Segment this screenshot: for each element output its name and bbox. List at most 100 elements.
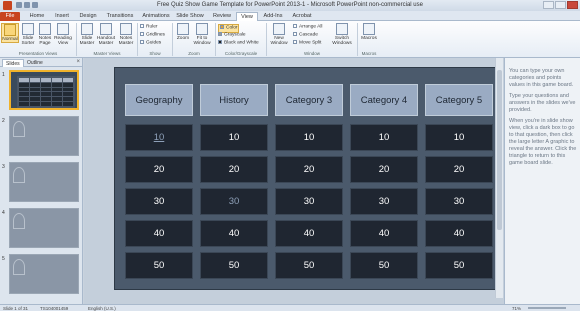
note-paragraph: You can type your own categories and poi… [509, 68, 574, 88]
question-cell[interactable]: 20 [200, 156, 268, 183]
tab-add-ins[interactable]: Add-Ins [262, 12, 284, 21]
tab-insert[interactable]: Insert [51, 12, 73, 21]
title-bar: Free Quiz Show Game Template for PowerPo… [0, 0, 580, 11]
question-cell[interactable]: 50 [425, 252, 493, 279]
reading-view-button[interactable]: Reading View [54, 23, 72, 46]
question-cell[interactable]: 10 [275, 124, 343, 151]
close-button[interactable] [567, 1, 578, 9]
question-cell[interactable]: 30 [125, 188, 193, 215]
question-cell[interactable]: 40 [200, 220, 268, 247]
notes-pane[interactable]: You can type your own categories and poi… [504, 58, 580, 304]
question-cell[interactable]: 10 [200, 124, 268, 151]
slide-thumbnail-3[interactable] [9, 162, 79, 202]
tab-slide-show[interactable]: Slide Show [175, 12, 205, 21]
question-cell[interactable]: 10 [350, 124, 418, 151]
category-header[interactable]: Category 5 [425, 84, 493, 116]
ruler-checkbox[interactable]: Ruler [140, 24, 157, 31]
game-board-slide[interactable]: Geography History Category 3 Category 4 … [114, 67, 501, 290]
slide-number: 1 [2, 72, 5, 78]
color-swatch-icon [220, 25, 224, 29]
close-panel-icon[interactable]: × [76, 59, 80, 65]
question-cell[interactable]: 40 [275, 220, 343, 247]
language-indicator[interactable]: English (U.S.) [88, 306, 116, 311]
black-and-white-button[interactable]: Black and White [218, 40, 259, 47]
ribbon-divider [215, 23, 216, 56]
slide-master-button[interactable]: Slide Master [79, 23, 95, 46]
tab-file[interactable]: File [0, 12, 20, 21]
slide-thumbnail-1[interactable] [9, 70, 79, 110]
vertical-scrollbar[interactable] [495, 58, 503, 298]
question-cell[interactable]: 50 [200, 252, 268, 279]
slide-thumbnail-2[interactable] [9, 116, 79, 156]
slide-thumbnail-4[interactable] [9, 208, 79, 248]
notes-master-button[interactable]: Notes Master [117, 23, 135, 46]
category-header[interactable]: Geography [125, 84, 193, 116]
arrange-all-button[interactable]: Arrange All [293, 24, 322, 31]
question-cell[interactable]: 40 [125, 220, 193, 247]
question-cell[interactable]: 40 [350, 220, 418, 247]
zoom-level[interactable]: 71% [512, 306, 521, 311]
normal-view-button[interactable]: Normal [1, 23, 19, 43]
question-cell[interactable]: 50 [275, 252, 343, 279]
status-bar: Slide 1 of 31 TS104001459 English (U.S.)… [0, 304, 580, 311]
window-title: Free Quiz Show Game Template for PowerPo… [156, 2, 423, 8]
scrollbar-thumb[interactable] [497, 70, 502, 230]
question-cell[interactable]: 30 [200, 188, 268, 215]
tab-home[interactable]: Home [27, 12, 47, 21]
question-cell[interactable]: 30 [350, 188, 418, 215]
question-cell[interactable]: 20 [425, 156, 493, 183]
category-header[interactable]: History [200, 84, 268, 116]
guides-checkbox[interactable]: Guides [140, 40, 161, 47]
fit-to-window-button[interactable]: Fit to Window [192, 23, 212, 46]
slide-thumbnail-5[interactable] [9, 254, 79, 294]
tab-view[interactable]: View [236, 12, 258, 21]
question-cell[interactable]: 20 [125, 156, 193, 183]
gridlines-checkbox[interactable]: Gridlines [140, 32, 165, 39]
cascade-icon [293, 32, 297, 36]
move-split-icon [293, 40, 297, 44]
slide-sorter-button[interactable]: Slide Sorter [20, 23, 36, 46]
switch-windows-icon [336, 23, 348, 35]
grayscale-button[interactable]: Grayscale [218, 32, 246, 39]
zoom-slider[interactable] [528, 307, 566, 309]
tab-outline[interactable]: Outline [24, 59, 46, 67]
handout-master-button[interactable]: Handout Master [96, 23, 116, 46]
theme-name: TS104001459 [40, 305, 69, 311]
group-show: Show [149, 51, 161, 56]
reading-view-icon [57, 23, 69, 35]
minimize-button[interactable] [543, 1, 554, 9]
question-cell[interactable]: 40 [425, 220, 493, 247]
question-cell[interactable]: 20 [350, 156, 418, 183]
black-white-swatch-icon [218, 40, 222, 44]
category-header[interactable]: Category 4 [350, 84, 418, 116]
question-cell[interactable]: 30 [275, 188, 343, 215]
tab-review[interactable]: Review [210, 12, 234, 21]
zoom-button[interactable]: Zoom [175, 23, 191, 41]
move-split-button[interactable]: Move Split [293, 40, 321, 47]
ribbon: Normal Slide Sorter Notes Page Reading V… [0, 21, 580, 58]
question-cell[interactable]: 50 [125, 252, 193, 279]
switch-windows-button[interactable]: Switch Windows [330, 23, 354, 46]
note-paragraph: When you're in slide show view, click a … [509, 118, 577, 166]
new-window-button[interactable]: New Window [268, 23, 290, 46]
zoom-icon [177, 23, 189, 35]
group-window: Window [303, 51, 320, 56]
question-cell[interactable]: 20 [275, 156, 343, 183]
notes-page-button[interactable]: Notes Page [37, 23, 53, 46]
tab-slides[interactable]: Slides [2, 59, 24, 67]
macros-button[interactable]: Macros [360, 23, 378, 41]
question-cell[interactable]: 50 [350, 252, 418, 279]
ribbon-divider [137, 23, 138, 56]
maximize-button[interactable] [555, 1, 566, 9]
tab-design[interactable]: Design [77, 12, 99, 21]
tab-transitions[interactable]: Transitions [104, 12, 136, 21]
slide-number: 3 [2, 164, 5, 170]
question-cell[interactable]: 10 [425, 124, 493, 151]
cascade-button[interactable]: Cascade [293, 32, 318, 39]
slides-panel: Slides Outline × 1 2 3 4 5 [0, 58, 83, 304]
tab-animations[interactable]: Animations [140, 12, 172, 21]
question-cell[interactable]: 30 [425, 188, 493, 215]
question-cell[interactable]: 10 [125, 124, 193, 151]
category-header[interactable]: Category 3 [275, 84, 343, 116]
tab-acrobat[interactable]: Acrobat [290, 12, 314, 21]
